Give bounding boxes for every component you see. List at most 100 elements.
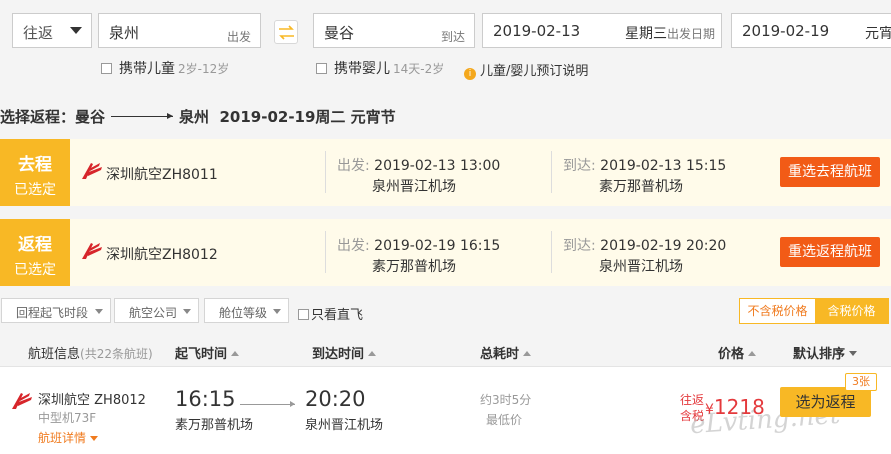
caret-down-icon xyxy=(95,309,103,314)
child-checkbox[interactable]: 携带儿童 2岁-12岁 xyxy=(101,58,229,78)
price-with-tax-option[interactable]: 含税价格 xyxy=(815,299,888,323)
chevron-down-icon xyxy=(70,27,82,34)
leg-tag-title: 返程 xyxy=(18,235,52,255)
return-title-prefix: 选择返程：曼谷 xyxy=(0,108,106,126)
col-sort: 默认排序 xyxy=(793,347,846,362)
lowest-price-tag: 最低价 xyxy=(486,413,523,427)
divider xyxy=(551,151,552,193)
direct-only-checkbox[interactable]: 只看直飞 xyxy=(298,304,363,323)
time-filter-dropdown[interactable]: 回程起飞时段 xyxy=(1,298,111,323)
infant-age: 14天-2岁 xyxy=(393,62,445,76)
return-title-date: 2019-02-19周二 元宵节 xyxy=(219,108,396,126)
return-title: 选择返程：曼谷 泉州 2019-02-19周二 元宵节 xyxy=(0,106,396,127)
selected-return-leg: 返程 已选定 深圳航空ZH8012 出发: 2019-02-19 16:15 素… xyxy=(0,219,891,286)
to-city-input[interactable]: 曼谷 到达 xyxy=(313,13,475,48)
airline-filter-label: 航空公司 xyxy=(129,306,178,320)
return-date-value: 2019-02-19 xyxy=(742,22,830,40)
cabin-filter-label: 舱位等级 xyxy=(219,306,268,320)
depart-label: 出发: xyxy=(337,158,370,174)
leg-depart-airport: 素万那普机场 xyxy=(372,259,456,275)
child-label: 携带儿童 xyxy=(119,61,175,77)
leg-tag-status: 已选定 xyxy=(14,262,56,278)
checkbox-icon xyxy=(298,309,309,320)
arrow-right-icon xyxy=(240,401,295,407)
airline-filter-dropdown[interactable]: 航空公司 xyxy=(114,298,199,323)
arrow-right-icon xyxy=(111,113,174,119)
leg-arrive-airport: 泉州晋江机场 xyxy=(599,259,683,275)
booking-note-text: 儿童/婴儿预订说明 xyxy=(480,64,589,79)
col-depart: 起飞时间 xyxy=(175,347,228,362)
depart-date-value: 2019-02-13 xyxy=(493,22,581,40)
depart-weekday: 星期三 xyxy=(624,26,667,42)
cabin-filter-dropdown[interactable]: 舱位等级 xyxy=(204,298,289,323)
price-label-roundtrip: 往返 xyxy=(680,393,705,407)
direct-only-label: 只看直飞 xyxy=(311,308,364,323)
return-title-dest: 泉州 xyxy=(179,108,210,126)
depart-label: 出发: xyxy=(337,238,370,254)
reselect-return-button[interactable]: 重选返程航班 xyxy=(780,237,880,267)
reselect-outbound-button[interactable]: 重选去程航班 xyxy=(780,157,880,187)
result-arrive-airport: 泉州晋江机场 xyxy=(305,418,384,433)
depart-date-tag: 出发日期 xyxy=(666,27,715,41)
trip-type-value: 往返 xyxy=(23,24,54,42)
divider xyxy=(325,231,326,273)
arrive-label: 到达: xyxy=(563,158,596,174)
checkbox-icon xyxy=(316,63,327,74)
leg-depart-time: 2019-02-19 16:15 xyxy=(374,238,501,254)
to-tag: 到达 xyxy=(440,30,465,44)
seats-left-badge: 3张 xyxy=(845,373,877,391)
trip-type-select[interactable]: 往返 xyxy=(12,13,92,48)
infant-label: 携带婴儿 xyxy=(334,61,390,77)
caret-down-icon xyxy=(183,309,191,314)
leg-arrive-time: 2019-02-13 15:15 xyxy=(600,158,727,174)
price-no-tax-option[interactable]: 不含税价格 xyxy=(740,299,815,323)
from-tag: 出发 xyxy=(226,30,251,44)
col-duration: 总耗时 xyxy=(480,347,520,362)
leg-depart-time: 2019-02-13 13:00 xyxy=(374,158,501,174)
tax-price-toggle: 不含税价格 含税价格 xyxy=(739,298,889,324)
return-date-input[interactable]: 2019-02-19 元宵 xyxy=(731,13,891,48)
sort-price[interactable]: 价格 xyxy=(718,343,757,362)
col-arrive: 到达时间 xyxy=(312,347,365,362)
chevron-down-icon xyxy=(90,436,99,441)
result-plane: 中型机73F xyxy=(38,411,97,425)
leg-arrive-time: 2019-02-19 20:20 xyxy=(600,238,727,254)
shenzhen-airlines-logo-icon xyxy=(82,163,102,179)
from-city-input[interactable]: 泉州 出发 xyxy=(98,13,261,48)
swap-cities-button[interactable] xyxy=(274,20,298,44)
sort-default[interactable]: 默认排序 xyxy=(793,343,858,362)
leg-depart-airport: 泉州晋江机场 xyxy=(372,179,456,195)
infant-checkbox[interactable]: 携带婴儿 14天-2岁 xyxy=(316,58,444,78)
time-filter-label: 回程起飞时段 xyxy=(16,306,89,320)
sort-depart[interactable]: 起飞时间 xyxy=(175,343,240,362)
to-city-value: 曼谷 xyxy=(324,24,355,42)
info-icon: i xyxy=(464,68,476,80)
child-age: 2岁-12岁 xyxy=(178,62,230,76)
result-airline-flight: 深圳航空 ZH8012 xyxy=(38,393,146,408)
checkbox-icon xyxy=(101,63,112,74)
sort-arrow-icon xyxy=(368,351,377,356)
results-header: 航班信息(共22条航班) 起飞时间 到达时间 总耗时 价格 默认排序 xyxy=(0,338,891,364)
booking-note-link[interactable]: i 儿童/婴儿预订说明 xyxy=(464,60,588,80)
selected-outbound-leg: 去程 已选定 深圳航空ZH8011 出发: 2019-02-13 13:00 泉… xyxy=(0,139,891,206)
sort-arrive[interactable]: 到达时间 xyxy=(312,343,377,362)
col-info: 航班信息 xyxy=(28,347,81,362)
depart-date-input[interactable]: 2019-02-13 星期三出发日期 xyxy=(482,13,722,48)
flight-count: (共22条航班) xyxy=(80,347,153,361)
swap-icon xyxy=(279,25,294,40)
leg-arrive-airport: 素万那普机场 xyxy=(599,179,683,195)
flight-details-link[interactable]: 航班详情 xyxy=(38,429,99,446)
sort-arrow-icon xyxy=(523,351,532,356)
select-return-button[interactable]: 选为返程 xyxy=(780,387,871,417)
arrive-label: 到达: xyxy=(563,238,596,254)
leg-tag-title: 去程 xyxy=(18,155,52,175)
leg-flight: 深圳航空ZH8011 xyxy=(106,167,218,183)
sort-arrow-icon xyxy=(748,351,757,356)
sort-duration[interactable]: 总耗时 xyxy=(480,343,532,362)
result-duration: 约3时5分 xyxy=(480,393,532,407)
from-city-value: 泉州 xyxy=(109,24,140,42)
divider xyxy=(551,231,552,273)
leg-tag: 返程 已选定 xyxy=(0,219,70,286)
return-weekday: 元宵 xyxy=(865,26,891,42)
sort-arrow-icon xyxy=(849,351,858,356)
